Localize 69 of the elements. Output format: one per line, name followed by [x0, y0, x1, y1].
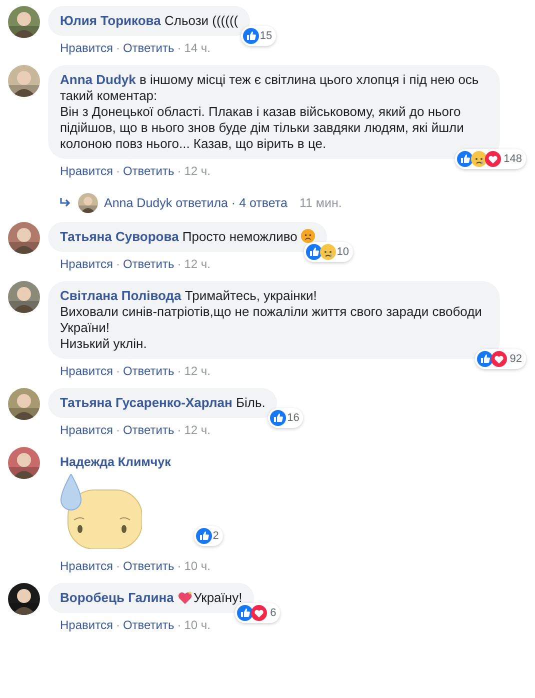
separator-dot: · — [116, 40, 120, 56]
author-name[interactable]: Татьяна Суворова — [60, 229, 179, 244]
separator-dot: · — [116, 617, 120, 633]
reaction-count[interactable]: 2 — [194, 526, 223, 546]
reaction-count[interactable]: 92 — [474, 349, 526, 369]
like-icon — [456, 151, 473, 167]
reaction-count[interactable]: 15 — [240, 26, 276, 46]
separator-dot: · — [116, 256, 120, 272]
comment-time: 12 ч. — [184, 163, 211, 179]
reply-arrow-icon — [60, 198, 72, 208]
comment-bubble: Юлия Торикова Сльози (((((( — [48, 6, 250, 36]
comment-time: 10 ч. — [184, 617, 211, 633]
comment-bubble: Anna Dudyk в іншому місці теж є світлина цього хлопця і під нею ось такий коментар: Він з Донецької області. Плакав і казав військовому, який до нього підійшов, що в нього знов буде дім тільки завдяки людям, які йшли колоною повз нього... Казав, що вірить в це. — [48, 65, 500, 159]
action-link[interactable]: Нравится — [60, 363, 113, 379]
like-icon — [237, 605, 254, 621]
action-link[interactable]: Нравится — [60, 256, 113, 272]
comment-time: 12 ч. — [184, 256, 211, 272]
action-link[interactable]: Ответить — [122, 40, 174, 56]
sad-face-icon — [300, 229, 315, 243]
action-link[interactable]: Нравится — [60, 558, 113, 574]
separator-dot: · — [116, 422, 120, 438]
separator-dot: · — [177, 256, 182, 272]
reaction-count[interactable]: 16 — [268, 408, 304, 428]
author-name[interactable]: Надежда Климчук — [60, 455, 171, 469]
action-link[interactable]: Ответить — [122, 363, 174, 379]
separator-dot: · — [116, 558, 120, 574]
like-icon — [476, 351, 493, 367]
action-link[interactable]: Ответить — [122, 558, 174, 574]
separator-dot: · — [177, 422, 182, 438]
comment-time: 10 ч. — [184, 558, 211, 574]
action-link[interactable]: Нравится — [60, 422, 113, 438]
author-name[interactable]: Воробець Галина — [60, 590, 174, 605]
reply-time: 11 мин. — [299, 196, 342, 210]
like-icon — [242, 28, 259, 44]
separator-dot: · — [177, 363, 182, 379]
comment-time: 12 ч. — [184, 422, 211, 438]
comment-bubble: Татьяна Суворова Просто неможливо — [48, 222, 327, 252]
action-link[interactable]: Нравится — [60, 163, 113, 179]
action-link[interactable]: Нравится — [60, 40, 113, 56]
comment-bubble: Світлана Полівода Тримайтесь, украінки! Виховали синів-патріотів,що не пожаліли життя свого заради свободи України! Низький уклін. — [48, 281, 500, 359]
comment-time: 14 ч. — [184, 40, 211, 56]
separator-dot: · — [116, 163, 120, 179]
action-link[interactable]: Ответить — [122, 256, 174, 272]
action-link[interactable]: Нравится — [60, 617, 113, 633]
sparkling-heart-icon — [177, 590, 194, 605]
like-icon — [306, 244, 322, 260]
reaction-count[interactable]: 10 — [304, 242, 353, 262]
sad-face-icon — [470, 151, 487, 167]
like-icon — [270, 410, 286, 426]
author-name[interactable]: Anna Dudyk — [60, 72, 136, 87]
comment-bubble: Татьяна Гусаренко-Харлан Біль. — [48, 388, 278, 418]
separator-dot: · — [177, 40, 182, 56]
author-name[interactable]: Юлия Торикова — [60, 13, 161, 28]
action-link[interactable]: Ответить — [122, 617, 174, 633]
comment-bubble: Воробець Галина Україну! — [48, 583, 254, 613]
separator-dot: · — [177, 617, 182, 633]
author-name[interactable]: Світлана Полівода — [60, 288, 182, 303]
author-name[interactable]: Татьяна Гусаренко-Харлан — [60, 395, 232, 410]
separator-dot: · — [177, 558, 182, 574]
separator-dot: · — [177, 163, 182, 179]
replies-link[interactable]: Anna Dudyk ответила · 4 ответа — [104, 196, 288, 210]
reaction-count[interactable]: 6 — [235, 603, 280, 623]
action-link[interactable]: Ответить — [122, 163, 174, 179]
action-link[interactable]: Ответить — [122, 422, 174, 438]
comment-time: 12 ч. — [184, 363, 211, 379]
sad-face-icon — [320, 244, 336, 260]
reaction-count[interactable]: 148 — [454, 149, 526, 169]
separator-dot: · — [116, 363, 120, 379]
like-icon — [196, 528, 212, 544]
